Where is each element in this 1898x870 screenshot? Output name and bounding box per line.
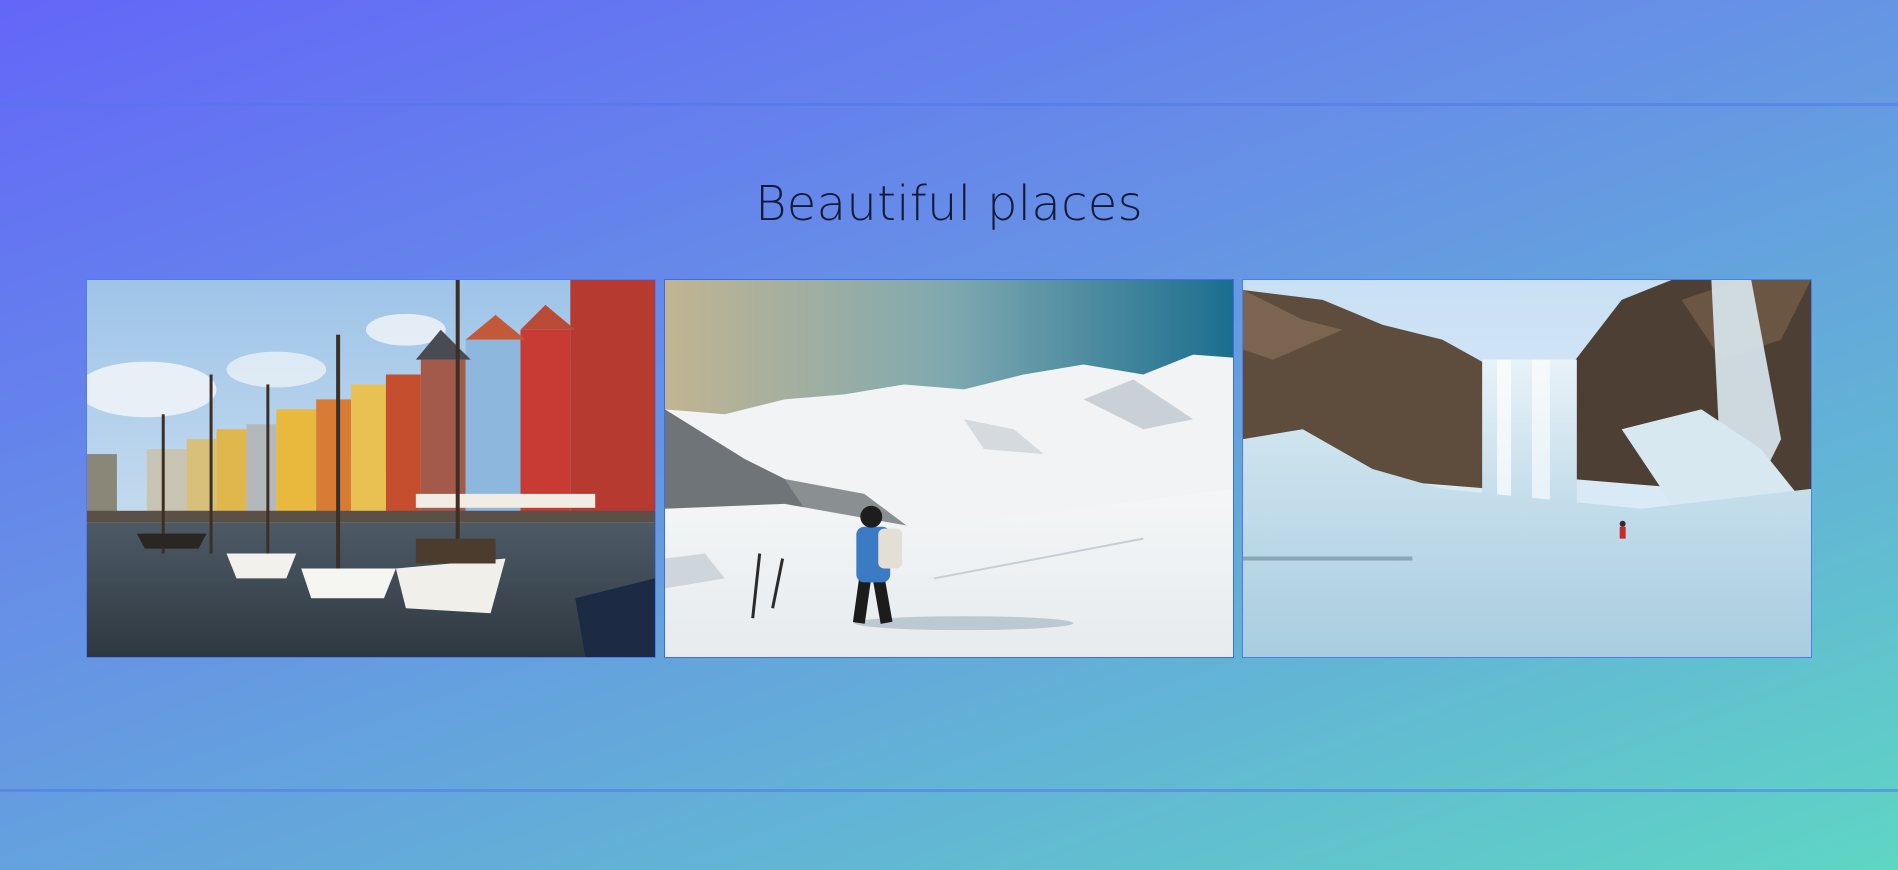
gallery-photo-harbor[interactable] bbox=[86, 279, 656, 658]
gallery-photo-waterfall[interactable] bbox=[1242, 279, 1812, 658]
gallery-photo-hiker[interactable] bbox=[664, 279, 1234, 658]
harbor-image bbox=[87, 280, 655, 657]
waterfall-image bbox=[1243, 280, 1811, 657]
hiker-image bbox=[665, 280, 1233, 657]
page-title: Beautiful places bbox=[755, 176, 1143, 232]
bottom-divider bbox=[0, 789, 1898, 792]
top-divider bbox=[0, 103, 1898, 106]
